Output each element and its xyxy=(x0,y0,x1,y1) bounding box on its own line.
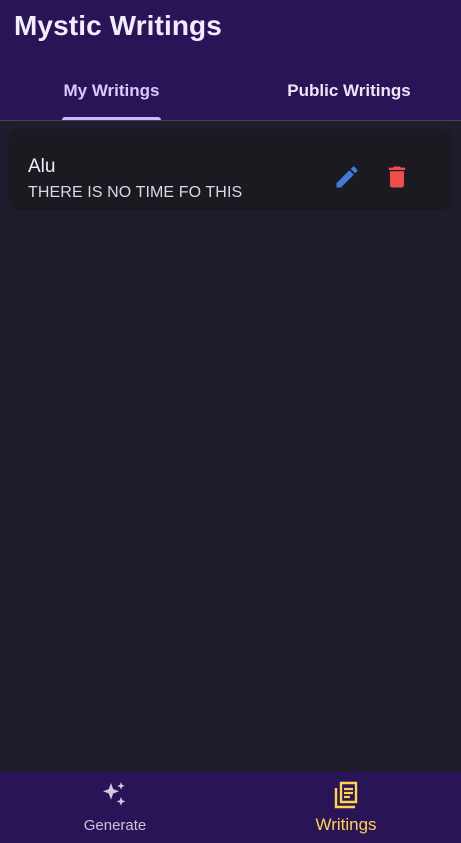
delete-writing-button[interactable] xyxy=(383,164,411,192)
nav-writings-label: Writings xyxy=(315,815,377,834)
app-header: Mystic Writings My Writings Public Writi… xyxy=(0,0,461,121)
writing-title: Alu xyxy=(28,156,56,177)
library-books-icon xyxy=(331,780,361,810)
delete-icon xyxy=(383,163,411,194)
bottom-navigation: Generate Writings xyxy=(0,772,461,843)
active-tab-indicator xyxy=(62,117,161,120)
writing-tabs: My Writings Public Writings xyxy=(0,62,461,120)
mystic-writings-app: Mystic Writings My Writings Public Writi… xyxy=(0,0,461,843)
nav-generate-label: Generate xyxy=(83,817,147,834)
tab-my-writings-label: My Writings xyxy=(63,81,160,100)
edit-writing-button[interactable] xyxy=(333,164,361,192)
writing-preview: THERE IS NO TIME FO THIS xyxy=(28,184,243,201)
nav-generate[interactable]: Generate xyxy=(0,772,230,843)
edit-icon xyxy=(333,163,361,194)
app-title: Mystic Writings xyxy=(14,10,222,41)
tab-my-writings[interactable]: My Writings xyxy=(0,62,223,120)
writings-content: Alu THERE IS NO TIME FO THIS xyxy=(0,122,461,843)
tab-public-writings[interactable]: Public Writings xyxy=(237,62,461,120)
nav-writings[interactable]: Writings xyxy=(231,772,461,843)
writing-card[interactable]: Alu THERE IS NO TIME FO THIS xyxy=(10,130,451,208)
tab-public-writings-label: Public Writings xyxy=(287,81,411,100)
sparkles-icon xyxy=(100,780,130,810)
